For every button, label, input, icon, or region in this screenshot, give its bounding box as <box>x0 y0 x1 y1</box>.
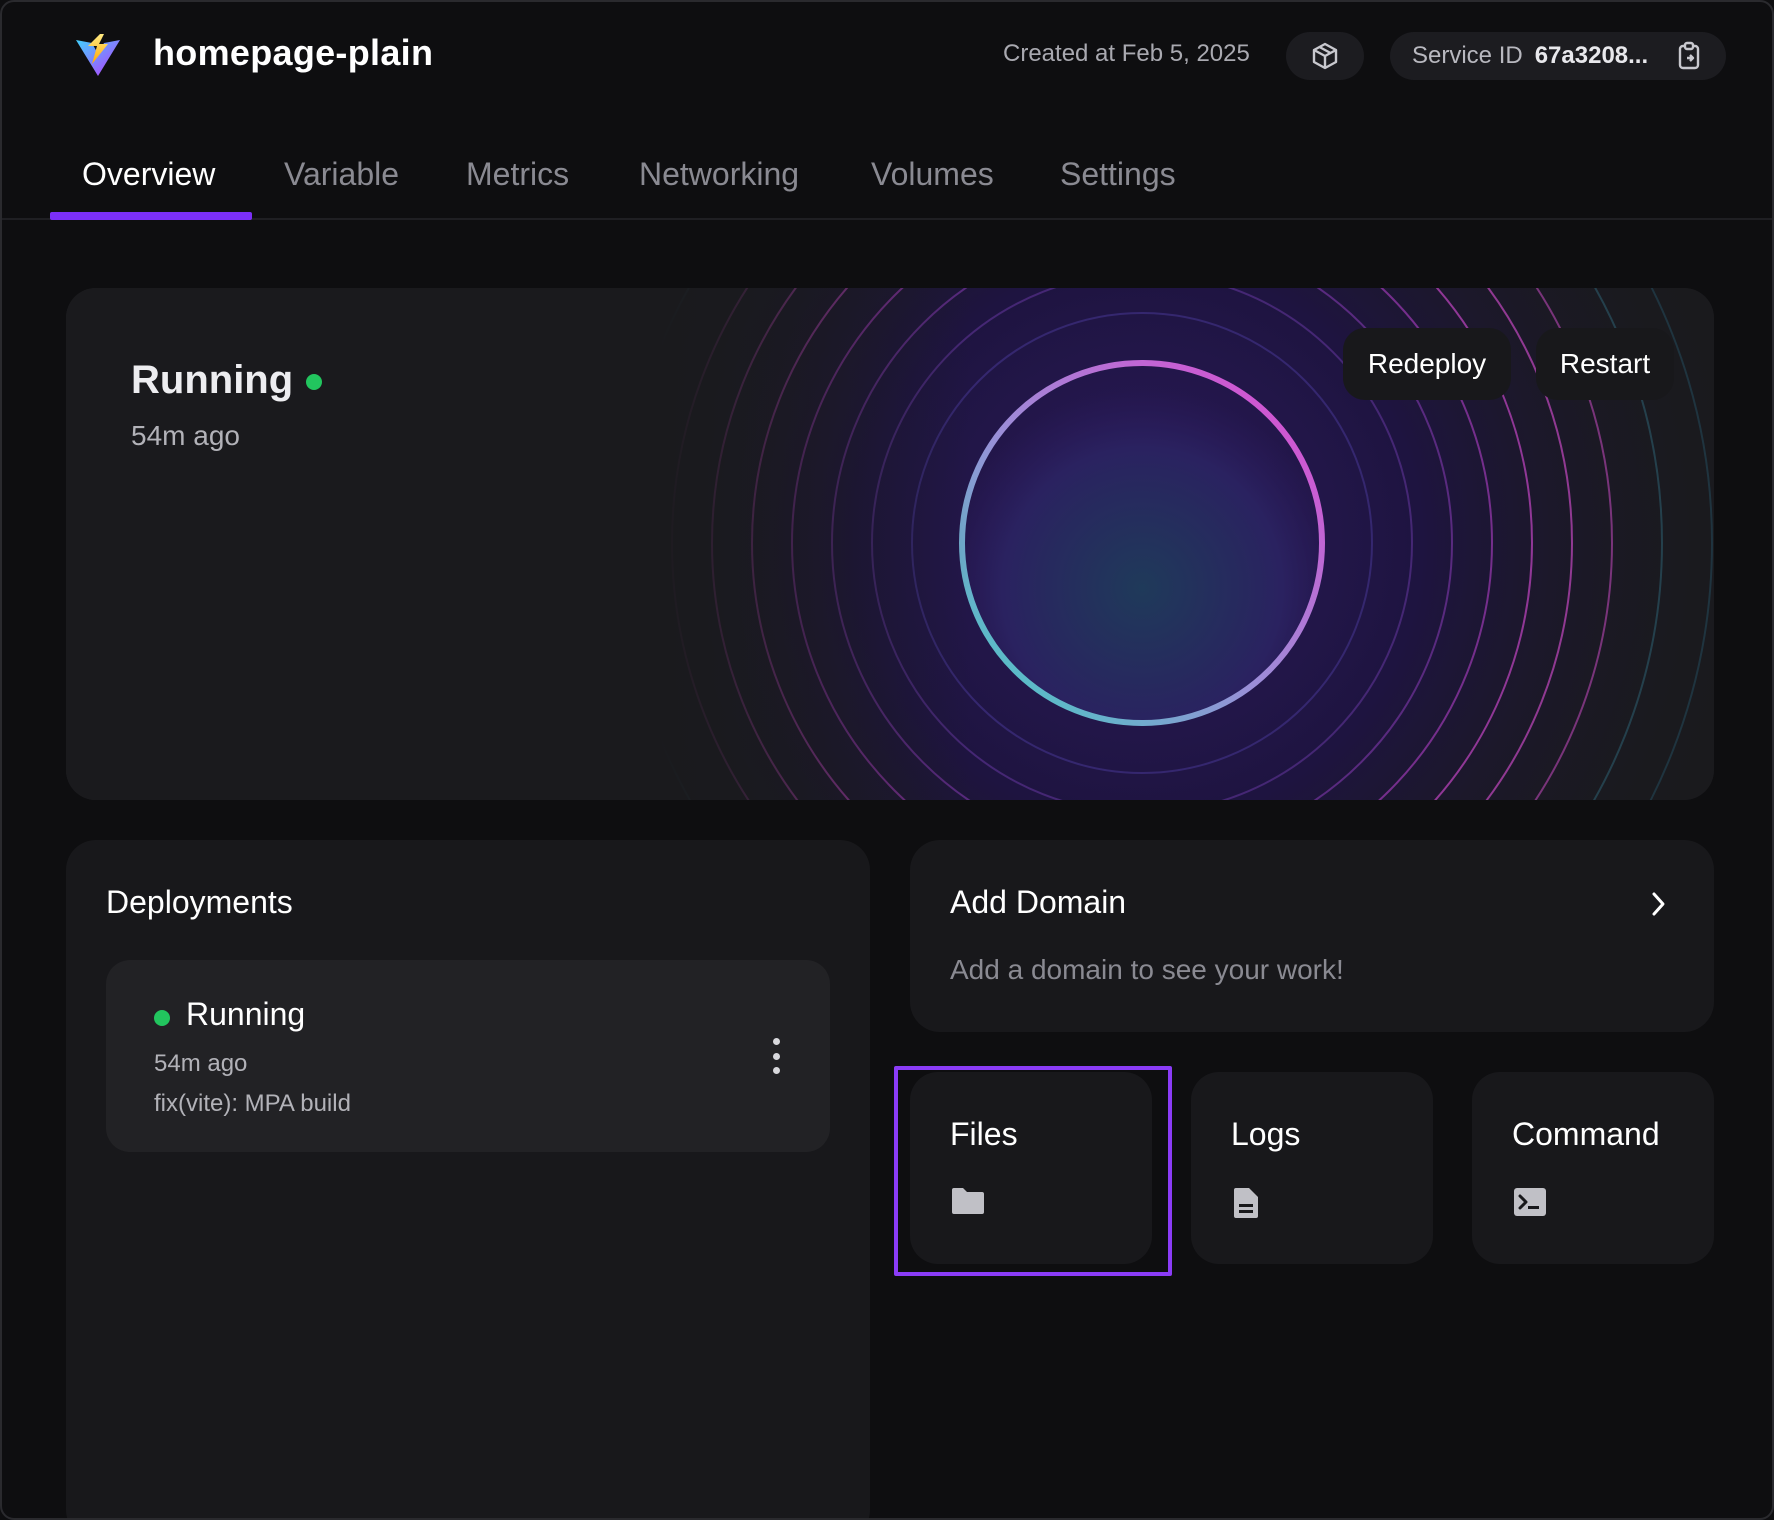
deployment-item[interactable]: Running 54m ago fix(vite): MPA build <box>106 960 830 1152</box>
folder-icon <box>952 1188 984 1214</box>
command-tile[interactable]: Command <box>1472 1072 1714 1264</box>
created-date: Created at Feb 5, 2025 <box>1003 40 1250 67</box>
tab-bar: Overview Variable Metrics Networking Vol… <box>2 142 1772 220</box>
vite-logo-icon <box>76 34 120 76</box>
service-id-label: Service ID <box>1412 42 1523 69</box>
cube-icon <box>1312 42 1338 70</box>
service-header: homepage-plain Created at Feb 5, 2025 Se… <box>2 2 1772 112</box>
command-label: Command <box>1512 1116 1660 1152</box>
tab-variable[interactable]: Variable <box>284 156 399 193</box>
active-tab-indicator <box>50 212 252 220</box>
document-icon <box>1234 1188 1258 1218</box>
running-status-dot <box>154 1010 170 1026</box>
deployment-commit: fix(vite): MPA build <box>154 1090 351 1117</box>
tab-metrics[interactable]: Metrics <box>466 156 569 193</box>
deployment-status-title: Running <box>131 358 294 402</box>
add-domain-title: Add Domain <box>950 884 1127 920</box>
tab-overview[interactable]: Overview <box>82 156 215 193</box>
copy-icon[interactable] <box>1676 41 1704 71</box>
service-name: homepage-plain <box>153 32 434 73</box>
tab-volumes[interactable]: Volumes <box>871 156 994 193</box>
deployments-panel: Deployments Running 54m ago fix(vite): M… <box>66 840 870 1518</box>
restart-button[interactable]: Restart <box>1536 328 1674 400</box>
tab-networking[interactable]: Networking <box>639 156 799 193</box>
status-hero-card: Running 54m ago Redeploy Restart <box>66 288 1714 800</box>
redeploy-button[interactable]: Redeploy <box>1343 328 1511 400</box>
add-domain-subtitle: Add a domain to see your work! <box>950 954 1344 985</box>
add-domain-card[interactable]: Add Domain Add a domain to see your work… <box>910 840 1714 1032</box>
service-id-pill: Service ID 67a3208... <box>1390 32 1726 80</box>
app-window: homepage-plain Created at Feb 5, 2025 Se… <box>0 0 1774 1520</box>
deployment-time: 54m ago <box>154 1050 248 1077</box>
logs-tile[interactable]: Logs <box>1191 1072 1433 1264</box>
service-id-value: 67a3208... <box>1534 42 1649 69</box>
terminal-icon <box>1514 1188 1546 1216</box>
deployment-status: Running <box>186 996 306 1032</box>
tab-settings[interactable]: Settings <box>1060 156 1176 193</box>
chevron-right-icon <box>1652 892 1665 916</box>
source-image-button[interactable] <box>1286 32 1364 80</box>
files-label: Files <box>950 1116 1018 1152</box>
deployment-status-time: 54m ago <box>131 420 240 451</box>
more-options-icon[interactable] <box>766 1038 786 1074</box>
deployments-title: Deployments <box>106 884 293 920</box>
logs-label: Logs <box>1231 1116 1301 1152</box>
files-tile[interactable]: Files <box>910 1072 1152 1264</box>
running-status-dot <box>306 374 322 390</box>
